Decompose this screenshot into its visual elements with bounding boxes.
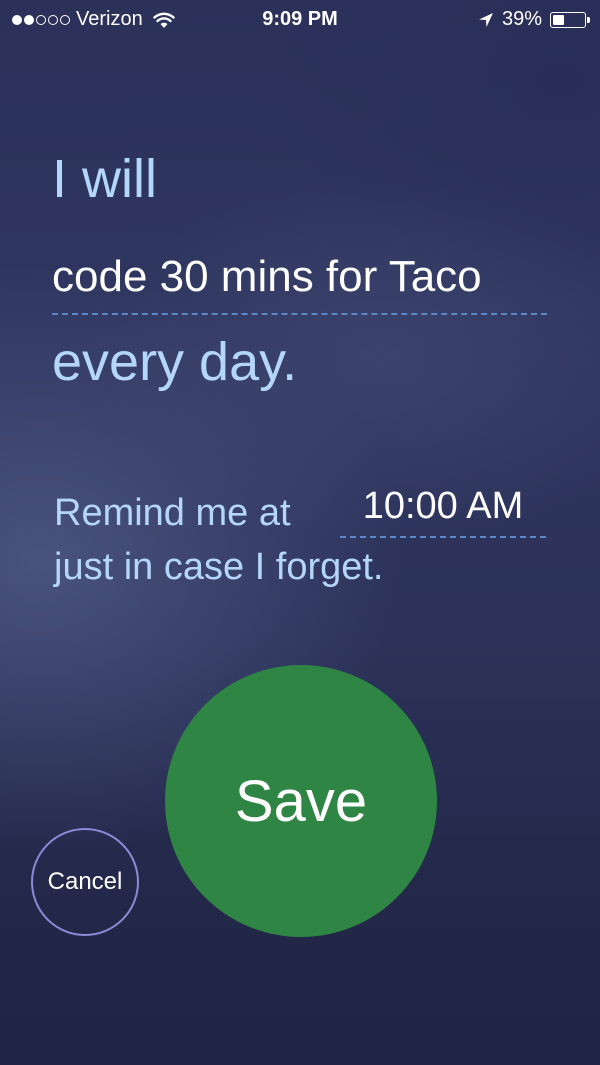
status-right: 39% [478, 8, 590, 31]
goal-frequency-text[interactable]: every day. [52, 335, 297, 389]
location-arrow-icon [478, 12, 493, 27]
goal-intro-text: I will [52, 149, 157, 209]
battery-level-fill [553, 14, 564, 25]
battery-nub [587, 16, 590, 23]
reminder-suffix-text: just in case I forget. [54, 546, 384, 588]
goal-text-field[interactable]: code 30 mins for Taco [52, 252, 547, 316]
cancel-button[interactable]: Cancel [31, 828, 139, 936]
battery-icon [550, 11, 590, 28]
reminder-prefix-text: Remind me at [54, 492, 291, 534]
battery-percent: 39% [501, 8, 542, 30]
reminder-time-field[interactable]: 10:00 AM [340, 485, 546, 538]
save-button[interactable]: Save [165, 665, 437, 937]
status-bar: Verizon 9:09 PM 39% [0, 0, 600, 40]
